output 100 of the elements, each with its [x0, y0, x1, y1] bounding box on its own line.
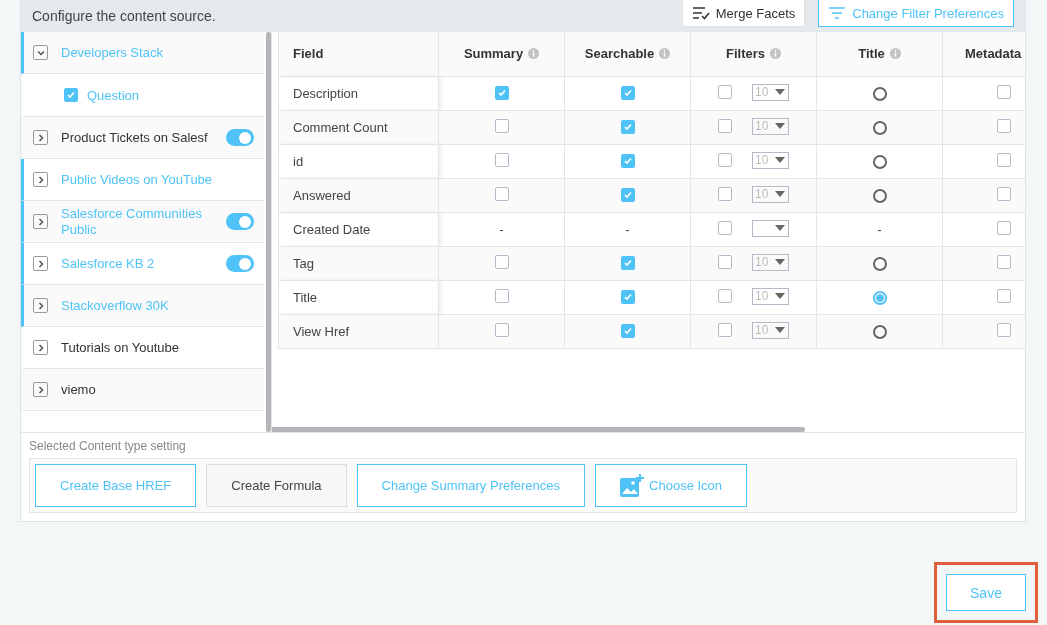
source-item[interactable]: Developers Stack: [21, 32, 264, 74]
source-label: Stackoverflow 30K: [61, 297, 170, 314]
checkbox[interactable]: [620, 187, 635, 202]
checkbox[interactable]: [996, 220, 1011, 235]
caret-icon: [775, 89, 785, 96]
info-icon[interactable]: [770, 48, 781, 60]
checkbox[interactable]: [494, 288, 509, 303]
checkbox[interactable]: [620, 289, 635, 304]
checkbox[interactable]: [718, 323, 732, 338]
checkbox[interactable]: [718, 85, 732, 100]
chevron-down-icon[interactable]: [33, 45, 48, 60]
scrollbar[interactable]: [266, 32, 271, 432]
source-label: viemo: [61, 381, 97, 398]
checkbox[interactable]: [996, 152, 1011, 167]
radio-button[interactable]: [872, 120, 887, 135]
count-dropdown[interactable]: 10: [752, 321, 789, 339]
checkbox[interactable]: [494, 152, 509, 167]
add-image-icon: [620, 473, 645, 498]
checkbox[interactable]: [494, 186, 509, 201]
not-applicable-mark: -: [877, 221, 882, 237]
radio-button[interactable]: [872, 188, 887, 203]
section-label: Selected Content type setting: [29, 439, 187, 453]
checkbox[interactable]: [620, 119, 635, 134]
source-item[interactable]: Product Tickets on Salesf: [21, 117, 264, 159]
info-icon[interactable]: [659, 48, 671, 60]
content-type-label[interactable]: Question: [87, 87, 140, 103]
checkbox[interactable]: [718, 187, 732, 202]
field-name: Description: [293, 85, 359, 101]
checkbox[interactable]: [718, 119, 732, 134]
column-header[interactable]: Metadata: [942, 32, 1025, 76]
checkbox[interactable]: [620, 323, 635, 338]
checkbox[interactable]: [996, 118, 1011, 133]
checkbox[interactable]: [494, 118, 509, 133]
info-icon[interactable]: [528, 48, 540, 60]
radio-button[interactable]: [872, 86, 887, 101]
checkbox[interactable]: [718, 255, 732, 270]
count-dropdown[interactable]: 10: [752, 151, 789, 169]
checkbox[interactable]: [996, 84, 1011, 99]
checkbox[interactable]: [494, 85, 509, 100]
chevron-right-icon[interactable]: [33, 382, 48, 397]
settings-button[interactable]: Change Summary Preferences: [356, 464, 586, 507]
checkbox[interactable]: [996, 254, 1011, 269]
checkbox[interactable]: [718, 289, 732, 304]
radio-button[interactable]: [872, 290, 887, 305]
toggle-switch[interactable]: [226, 213, 254, 230]
scrollbar[interactable]: [272, 427, 805, 432]
radio-button[interactable]: [872, 256, 887, 271]
column-header[interactable]: Searchable: [564, 32, 691, 76]
count-dropdown[interactable]: 10: [752, 83, 789, 101]
merge-facets-button[interactable]: Merge Facets: [681, 0, 806, 27]
chevron-right-icon[interactable]: [33, 256, 48, 271]
check-icon: [622, 257, 633, 268]
save-button[interactable]: Save: [946, 574, 1026, 611]
info-icon[interactable]: [889, 48, 901, 60]
toggle-switch[interactable]: [226, 255, 254, 272]
column-header[interactable]: Summary: [438, 32, 565, 76]
choose-icon-button[interactable]: Choose Icon: [595, 464, 748, 507]
count-dropdown[interactable]: 10: [752, 185, 789, 203]
field-name: Comment Count: [293, 119, 388, 135]
source-item[interactable]: viemo: [21, 369, 264, 411]
checkbox[interactable]: [494, 254, 509, 269]
source-label: Product Tickets on Salesf: [61, 129, 209, 146]
checkbox[interactable]: [996, 288, 1011, 303]
column-header[interactable]: Title: [816, 32, 943, 76]
toggle-switch[interactable]: [226, 129, 254, 146]
checkbox[interactable]: [718, 153, 732, 168]
chevron-right-icon[interactable]: [33, 214, 48, 229]
checkbox[interactable]: [620, 255, 635, 270]
field-name: Created Date: [293, 221, 371, 237]
checkbox[interactable]: [64, 88, 78, 102]
chevron-right-icon[interactable]: [33, 172, 48, 187]
checkbox[interactable]: [494, 322, 509, 337]
radio-button[interactable]: [872, 154, 887, 169]
source-item[interactable]: Stackoverflow 30K: [21, 285, 264, 327]
checkbox[interactable]: [996, 322, 1011, 337]
count-dropdown[interactable]: 10: [752, 117, 789, 135]
source-item[interactable]: Salesforce Communities Public: [21, 201, 264, 243]
checkbox[interactable]: [996, 186, 1011, 201]
chevron-right-icon[interactable]: [33, 130, 48, 145]
checkbox[interactable]: [718, 221, 732, 236]
settings-button[interactable]: Create Base HREF: [35, 464, 197, 507]
radio-button[interactable]: [872, 324, 887, 339]
column-header[interactable]: Filters: [690, 32, 817, 76]
caret-icon: [775, 123, 785, 130]
checkbox[interactable]: [620, 153, 635, 168]
check-icon: [622, 291, 633, 302]
count-dropdown[interactable]: [752, 219, 789, 237]
checkbox[interactable]: [620, 85, 635, 100]
chevron-right-icon[interactable]: [33, 340, 48, 355]
source-item[interactable]: Salesforce KB 2: [21, 243, 264, 285]
source-label: Public Videos on YouTube: [61, 171, 214, 188]
not-applicable-mark: -: [625, 221, 630, 237]
field-name: id: [293, 153, 304, 169]
count-dropdown[interactable]: 10: [752, 253, 789, 271]
count-dropdown[interactable]: 10: [752, 287, 789, 305]
settings-button[interactable]: Create Formula: [206, 464, 347, 507]
filter-preferences-button[interactable]: Change Filter Preferences: [818, 0, 1014, 27]
chevron-right-icon[interactable]: [33, 298, 48, 313]
source-item[interactable]: Public Videos on YouTube: [21, 159, 264, 201]
column-header[interactable]: Field: [278, 32, 439, 76]
